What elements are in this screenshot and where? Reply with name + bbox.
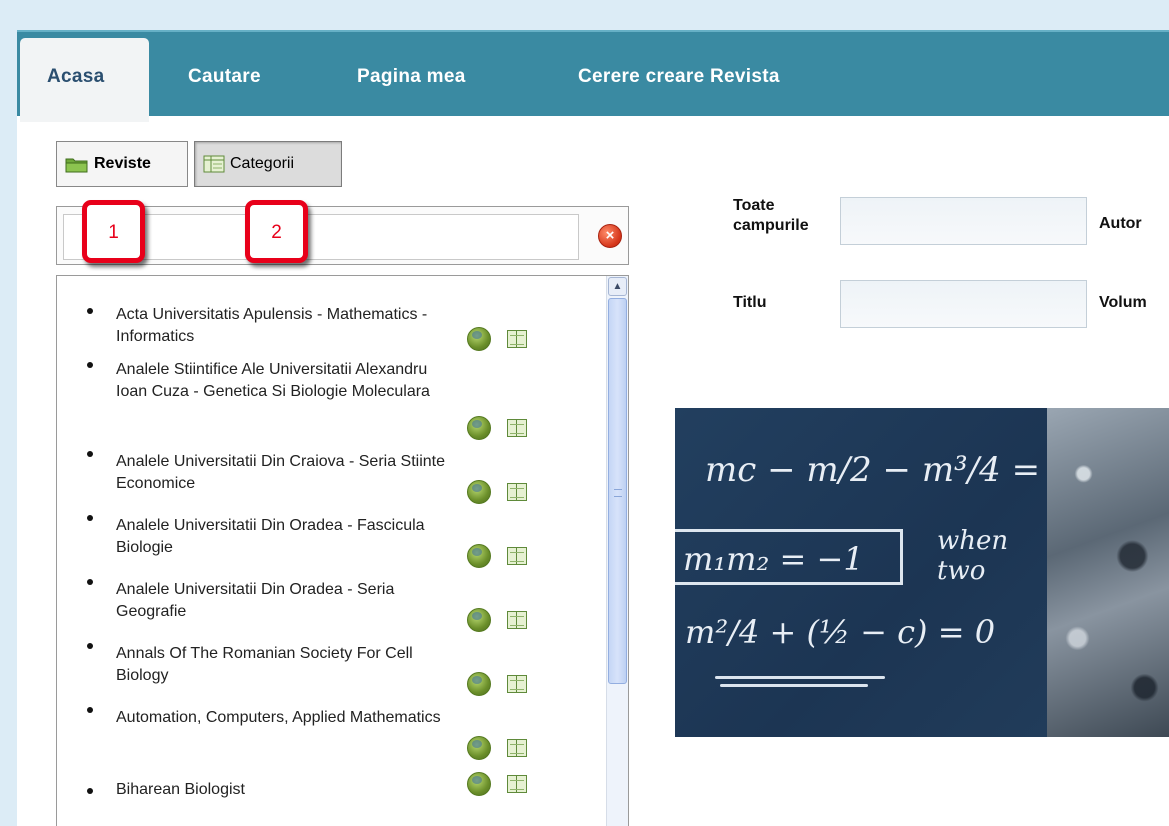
reviste-label: Reviste [94,155,151,172]
chalk-underline [720,684,868,687]
list-item[interactable]: Analele Universitatii Din Oradea - Seria… [57,570,597,634]
journal-name[interactable]: Biharean Biologist [116,779,456,810]
list-item[interactable]: Acta Universitatis Apulensis - Mathemati… [57,299,597,353]
moon-surface [1047,408,1169,737]
list-item[interactable]: Analele Universitatii Din Oradea - Fasci… [57,506,597,570]
bullet [87,515,93,521]
bullet [87,643,93,649]
annotation-marker-2: 2 [245,200,308,263]
equation-1: mc − m/2 − m³/4 = [705,450,1041,490]
folder-icon [65,156,89,173]
toate-campurile-input[interactable] [840,197,1087,245]
tab-pagina-mea[interactable]: Pagina mea [357,62,466,92]
journal-name[interactable]: Annals Of The Romanian Society For Cell … [116,643,456,698]
chalk-underline [715,676,885,679]
equation-3: m²/4 + (½ − c) = 0 [685,613,996,651]
tab-acasa[interactable]: Acasa [20,38,149,122]
scroll-up-arrow-icon[interactable]: ▲ [608,277,627,296]
categorii-label: Categorii [230,155,295,172]
journal-name[interactable]: Automation, Computers, Applied Mathemati… [116,707,456,762]
website-globe-icon[interactable] [467,772,491,796]
journal-list-panel: Acta Universitatis Apulensis - Mathemati… [56,275,629,826]
list-item[interactable]: Automation, Computers, Applied Mathemati… [57,698,597,762]
journal-name[interactable]: Analele Universitatii Din Craiova - Seri… [116,451,456,506]
table-icon[interactable] [507,483,527,501]
table-icon[interactable] [507,330,527,348]
titlu-input[interactable] [840,280,1087,328]
reviste-button[interactable]: Reviste [56,141,188,187]
list-item[interactable]: Analele Stiintifice Ale Universitatii Al… [57,353,597,442]
website-globe-icon[interactable] [467,327,491,351]
table-icon[interactable] [507,547,527,565]
table-icon[interactable] [507,611,527,629]
website-globe-icon[interactable] [467,416,491,440]
app-frame: Acasa Cautare Pagina mea Cerere creare R… [17,30,1169,826]
list-scrollbar[interactable]: ▲ [606,276,628,826]
website-globe-icon[interactable] [467,480,491,504]
titlu-label: Titlu [733,294,767,311]
table-icon[interactable] [507,775,527,793]
top-nav: Acasa Cautare Pagina mea Cerere creare R… [17,30,1169,122]
tab-cerere-creare-revista[interactable]: Cerere creare Revista [578,62,780,92]
chalkboard-equations: mc − m/2 − m³/4 = m₁m₂ = −1 when two m²/… [675,408,1047,737]
bullet [87,788,93,794]
journal-name[interactable]: Analele Stiintifice Ale Universitatii Al… [116,359,456,442]
journal-name[interactable]: Analele Universitatii Din Oradea - Seria… [116,579,456,634]
bullet [87,451,93,457]
clear-search-icon[interactable]: × [598,224,622,248]
table-icon[interactable] [507,419,527,437]
equation-2: m₁m₂ = −1 [683,540,864,578]
bullet [87,579,93,585]
list-item[interactable]: Analele Universitatii Din Craiova - Seri… [57,442,597,506]
journal-name[interactable]: Acta Universitatis Apulensis - Mathemati… [116,304,456,353]
website-globe-icon[interactable] [467,544,491,568]
list-item[interactable]: Annals Of The Romanian Society For Cell … [57,634,597,698]
website-globe-icon[interactable] [467,672,491,696]
autor-label: Autor [1099,215,1142,232]
journal-list: Acta Universitatis Apulensis - Mathemati… [57,299,597,810]
scroll-grip-icon [614,489,622,497]
equation-2-side: when two [937,526,1009,586]
annotation-marker-1: 1 [82,200,145,263]
bullet [87,362,93,368]
journal-name[interactable]: Analele Universitatii Din Oradea - Fasci… [116,515,456,570]
website-globe-icon[interactable] [467,736,491,760]
website-globe-icon[interactable] [467,608,491,632]
table-icon[interactable] [507,739,527,757]
table-icon[interactable] [507,675,527,693]
table-icon [203,155,225,173]
list-item[interactable]: Biharean Biologist [57,762,597,810]
volum-label: Volum [1099,294,1147,311]
tab-cautare[interactable]: Cautare [188,62,261,92]
toate-campurile-label: Toate campurile [733,197,809,234]
bullet [87,707,93,713]
scroll-thumb[interactable] [608,298,627,684]
banner-image: mc − m/2 − m³/4 = m₁m₂ = −1 when two m²/… [675,408,1169,737]
bullet [87,308,93,314]
categorii-button[interactable]: Categorii [194,141,342,187]
